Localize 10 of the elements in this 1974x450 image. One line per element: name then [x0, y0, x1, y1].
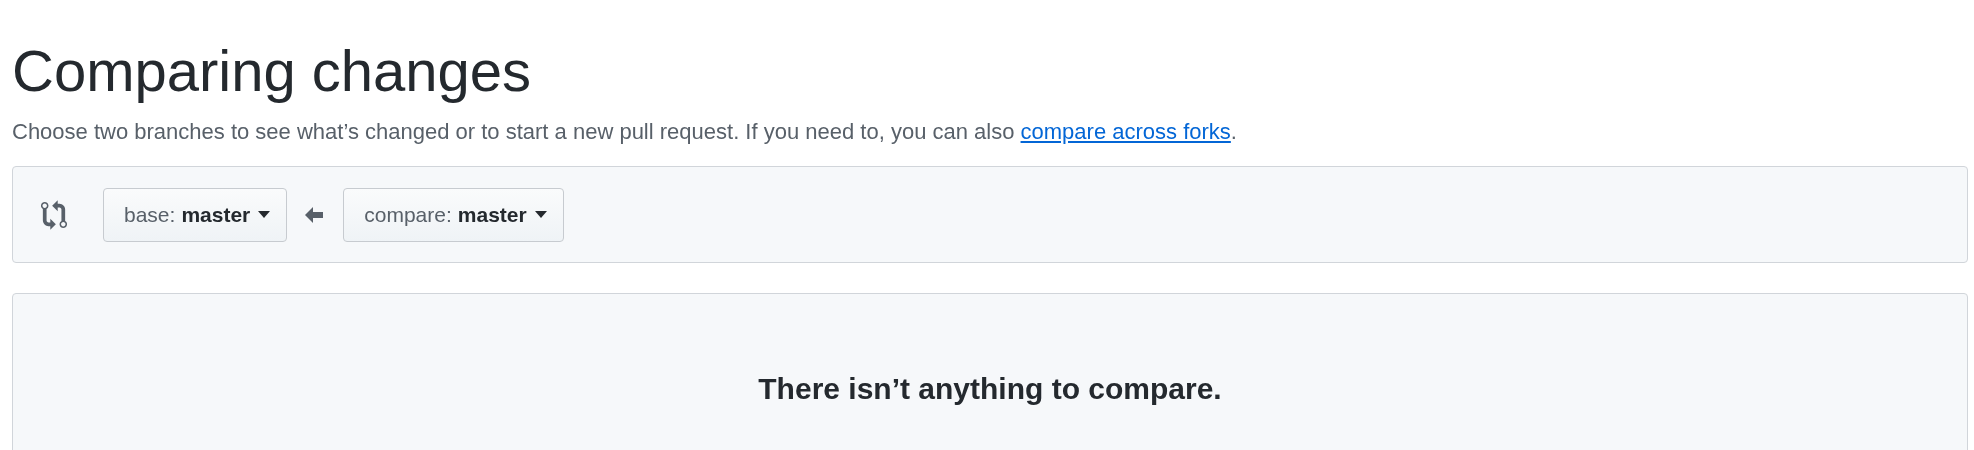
- caret-icon: [258, 211, 271, 218]
- base-branch-button[interactable]: base: master: [103, 187, 288, 242]
- compare-branch-button[interactable]: compare: master: [343, 187, 564, 242]
- caret-icon: [534, 211, 547, 218]
- description: Choose two branches to see what’s changed or to start a new pull request. If you need to, you can also compare across forks.: [12, 118, 1238, 146]
- page-title: Comparing changes: [12, 37, 533, 105]
- compare-icon: [41, 199, 67, 230]
- left-arrow-icon: [305, 206, 324, 223]
- compare-forks-link[interactable]: compare across forks: [1020, 119, 1231, 144]
- blankslate-heading: There isn’t anything to compare.: [757, 372, 1223, 406]
